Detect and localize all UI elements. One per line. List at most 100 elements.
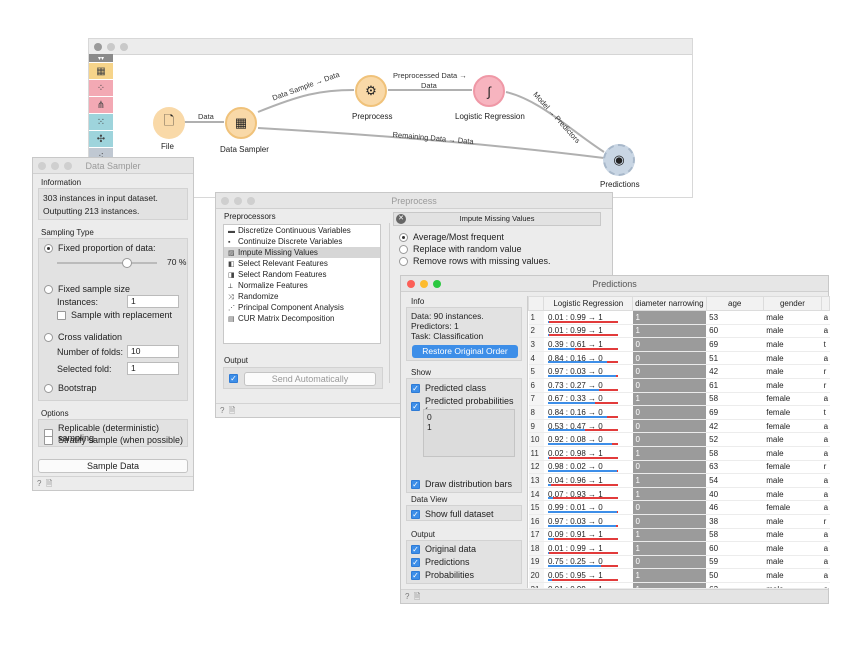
help-icon[interactable]: ? — [37, 479, 41, 488]
class-item-0[interactable]: 0 — [427, 412, 511, 422]
send-automatically-button[interactable]: Send Automatically — [244, 372, 376, 386]
proportion-slider[interactable] — [57, 258, 157, 268]
table-row[interactable]: 17 0.09 : 0.91 → 1 1 58 male a — [528, 528, 830, 543]
report-icon[interactable]: 🗎 — [229, 406, 235, 415]
grid-icon[interactable]: ⁙ — [89, 114, 113, 130]
fixed-size-radio[interactable]: Fixed sample size — [44, 284, 130, 294]
preprocessor-item[interactable]: ▪ Continuize Discrete Variables — [224, 236, 380, 247]
proportion-slider-handle[interactable] — [122, 258, 132, 268]
preprocessor-list[interactable]: ▬ Discretize Continuous Variables ▪ Continu… — [223, 224, 381, 344]
original-data-checkbox[interactable]: ✓ Original data — [411, 544, 476, 554]
show-full-dataset-checkbox[interactable]: ✓ Show full dataset — [411, 509, 494, 519]
table-row[interactable]: 14 0.07 : 0.93 → 1 1 40 male a — [528, 487, 830, 502]
send-auto-checkbox[interactable]: ✓ — [229, 374, 238, 383]
table-row[interactable]: 210.01 : 0.99 → 1163malea — [528, 582, 830, 588]
predictions-table: Logistic Regression diameter narrowing a… — [528, 296, 830, 588]
table-icon[interactable]: ▦ — [89, 63, 113, 79]
class-list[interactable]: 0 1 — [423, 409, 515, 457]
preprocessor-item[interactable]: ⟂ Normalize Features — [224, 280, 380, 291]
preprocessor-item[interactable]: ◨ Select Random Features — [224, 269, 380, 280]
table-row[interactable]: 1 0.01 : 0.99 → 1 1 53 male a — [528, 310, 830, 325]
table-row[interactable]: 16 0.97 : 0.03 → 0 0 38 male r — [528, 514, 830, 529]
table-row[interactable]: 8 0.84 : 0.16 → 0 0 69 female t — [528, 405, 830, 420]
close-dot[interactable] — [38, 162, 46, 170]
close-dot[interactable] — [94, 43, 102, 51]
table-row[interactable]: 10 0.92 : 0.08 → 0 0 52 male a — [528, 432, 830, 447]
impute-option-remove[interactable]: Remove rows with missing values. — [399, 255, 551, 267]
help-icon[interactable]: ? — [220, 406, 224, 415]
restore-order-button[interactable]: Restore Original Order — [412, 345, 518, 358]
preprocessor-item[interactable]: ⋰ Principal Component Analysis — [224, 302, 380, 313]
minimize-dot[interactable] — [420, 280, 428, 288]
impute-option-random[interactable]: Replace with random value — [399, 243, 551, 255]
table-row[interactable]: 11 0.02 : 0.98 → 1 1 58 male a — [528, 446, 830, 461]
column-header-gender[interactable]: gender — [762, 296, 823, 311]
close-dot[interactable] — [407, 280, 415, 288]
table-row[interactable]: 20 0.05 : 0.95 → 1 1 50 male a — [528, 568, 830, 583]
table-row[interactable]: 3 0.39 : 0.61 → 1 0 69 male t — [528, 337, 830, 352]
table-row[interactable]: 12 0.98 : 0.02 → 0 0 63 female r — [528, 460, 830, 475]
preprocessor-item[interactable]: ⤨ Randomize — [224, 291, 380, 302]
diameter-narrowing-cell: 0 — [632, 351, 707, 366]
predicted-class-checkbox[interactable]: ✓ Predicted class — [411, 383, 486, 393]
row-number: 2 — [528, 324, 544, 339]
output-predictions-checkbox[interactable]: ✓ Predictions — [411, 557, 470, 567]
help-icon[interactable]: ? — [405, 592, 409, 601]
instances-spinbox[interactable]: 1 — [127, 295, 179, 308]
zoom-dot[interactable] — [247, 197, 255, 205]
cross-validation-radio[interactable]: Cross validation — [44, 332, 122, 342]
table-row[interactable]: 5 0.97 : 0.03 → 0 0 42 male r — [528, 364, 830, 379]
report-icon[interactable]: 🗎 — [46, 479, 52, 488]
preprocessor-item[interactable]: ▬ Discretize Continuous Variables — [224, 225, 380, 236]
preprocessor-item[interactable]: ◧ Select Relevant Features — [224, 258, 380, 269]
table-row[interactable]: 13 0.04 : 0.96 → 1 1 54 male a — [528, 473, 830, 488]
prediction-cell: 0.97 : 0.03 → 0 — [543, 514, 633, 529]
selected-fold-spinbox[interactable]: 1 — [127, 362, 179, 375]
remove-preprocessor-icon[interactable]: ✕ — [396, 214, 406, 224]
impute-option-average[interactable]: Average/Most frequent — [399, 231, 551, 243]
column-header-diameter-narrowing[interactable]: diameter narrowing — [632, 296, 707, 311]
logistic-regression-node[interactable]: ∫ — [473, 75, 505, 107]
diameter-narrowing-cell: 1 — [632, 473, 707, 488]
table-row[interactable]: 18 0.01 : 0.99 → 1 1 60 male a — [528, 541, 830, 556]
column-header-age[interactable]: age — [705, 296, 764, 311]
sample-data-button[interactable]: Sample Data — [38, 459, 188, 473]
preprocessor-item[interactable]: ▨ Impute Missing Values — [224, 247, 380, 258]
fixed-proportion-radio[interactable]: Fixed proportion of data: — [44, 243, 156, 253]
predictions-table-container[interactable]: Logistic Regression diameter narrowing a… — [527, 296, 830, 588]
preprocessor-item[interactable]: ▤ CUR Matrix Decomposition — [224, 313, 380, 324]
tree-icon[interactable]: ⋔ — [89, 97, 113, 113]
minimize-dot[interactable] — [51, 162, 59, 170]
zoom-dot[interactable] — [120, 43, 128, 51]
table-row[interactable]: 4 0.84 : 0.16 → 0 0 51 male a — [528, 351, 830, 366]
table-row[interactable]: 2 0.01 : 0.99 → 1 1 60 male a — [528, 324, 830, 339]
draw-bars-checkbox[interactable]: ✓ Draw distribution bars — [411, 479, 512, 489]
extra-cell: a — [821, 541, 830, 556]
logistic-regression-node-label: Logistic Regression — [455, 112, 525, 121]
scatter-icon[interactable]: ⁘ — [89, 80, 113, 96]
with-replacement-checkbox[interactable]: Sample with replacement — [57, 310, 172, 320]
probabilities-checkbox[interactable]: ✓ Probabilities — [411, 570, 474, 580]
table-row[interactable]: 15 0.99 : 0.01 → 0 0 46 female a — [528, 500, 830, 515]
class-item-1[interactable]: 1 — [427, 422, 511, 432]
table-row[interactable]: 19 0.75 : 0.25 → 0 0 59 male a — [528, 555, 830, 570]
bootstrap-radio[interactable]: Bootstrap — [44, 383, 97, 393]
stratify-checkbox[interactable]: Stratify sample (when possible) — [44, 435, 183, 445]
table-row[interactable]: 6 0.73 : 0.27 → 0 0 61 male r — [528, 378, 830, 393]
column-header-logistic-regression[interactable]: Logistic Regression — [543, 296, 634, 311]
minimize-dot[interactable] — [234, 197, 242, 205]
predictions-node[interactable]: ◉ — [603, 144, 635, 176]
close-dot[interactable] — [221, 197, 229, 205]
file-node[interactable]: 🗋 — [153, 107, 185, 139]
cluster-icon[interactable]: ✣ — [89, 131, 113, 147]
report-icon[interactable]: 🗎 — [414, 592, 420, 601]
table-row[interactable]: 9 0.53 : 0.47 → 0 0 42 female a — [528, 419, 830, 434]
table-row[interactable]: 7 0.67 : 0.33 → 0 1 58 female a — [528, 392, 830, 407]
preprocess-node[interactable]: ⚙ — [355, 75, 387, 107]
zoom-dot[interactable] — [433, 280, 441, 288]
folds-spinbox[interactable]: 10 — [127, 345, 179, 358]
data-sampler-node[interactable]: ▦ — [225, 107, 257, 139]
splitter[interactable] — [389, 223, 390, 383]
zoom-dot[interactable] — [64, 162, 72, 170]
minimize-dot[interactable] — [107, 43, 115, 51]
